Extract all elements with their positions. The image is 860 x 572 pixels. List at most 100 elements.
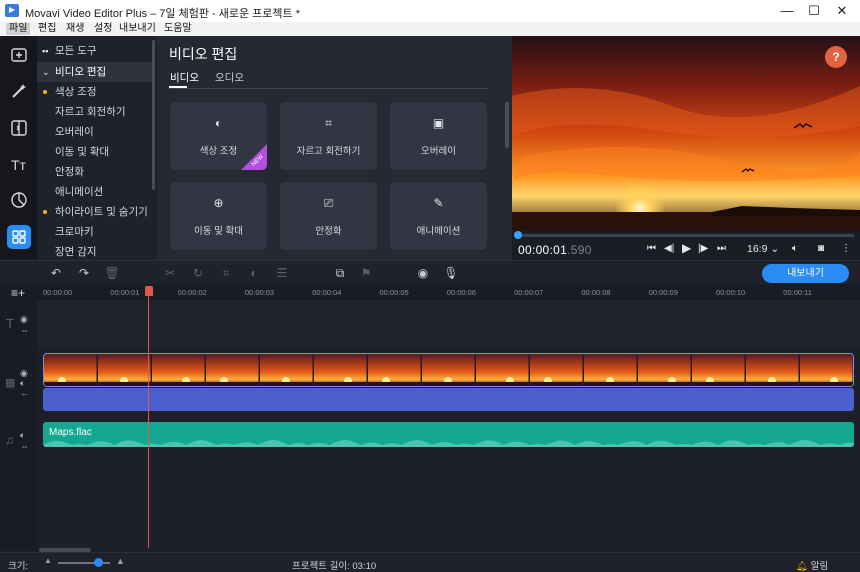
tool-item-highlight[interactable]: 하이라이트 및 숨기기 — [37, 202, 153, 222]
clip-thumbnail — [368, 354, 421, 386]
zoom-in-icon[interactable]: ▲ — [116, 556, 125, 566]
menu-help[interactable]: 도움말 — [164, 23, 192, 35]
music-clip-label: Maps.flac — [49, 427, 92, 438]
zoom-slider-handle[interactable] — [94, 558, 103, 567]
volume-icon[interactable]: 🔈︎ — [792, 243, 798, 254]
card-color-adjust[interactable]: ◐ 색상 조정 NEW — [170, 102, 267, 170]
link-icon[interactable]: ⇔ — [20, 441, 29, 451]
seek-handle[interactable] — [514, 231, 522, 239]
next-frame-icon[interactable]: |▶ — [698, 243, 708, 254]
redo-icon[interactable]: ↷ — [76, 265, 92, 281]
menu-edit[interactable]: 편집 — [38, 23, 56, 35]
magic-wand-icon[interactable] — [7, 79, 31, 103]
tool-item-stabilize[interactable]: 안정화 — [37, 162, 153, 182]
menu-settings[interactable]: 설정 — [94, 23, 112, 35]
transitions-icon[interactable] — [7, 116, 31, 140]
prev-frame-icon[interactable]: ◀| — [664, 243, 674, 254]
snapshot-icon[interactable]: ◙ — [818, 243, 824, 254]
tool-item-animation[interactable]: 애니메이션 — [37, 182, 153, 202]
card-crop-rotate[interactable]: ⌗ 자르고 회전하기 — [280, 102, 377, 170]
bell-icon: 🔔︎ — [796, 561, 809, 572]
stickers-icon[interactable] — [7, 188, 31, 212]
tool-item-color[interactable]: 색상 조정 — [37, 82, 153, 102]
menu-file[interactable]: 파일 — [6, 23, 31, 35]
tool-item-chroma[interactable]: 크로마키 — [37, 222, 153, 242]
clip-thumbnail — [800, 354, 853, 386]
add-track-icon[interactable]: ≡+ — [10, 285, 26, 301]
all-tools-item[interactable]: ▪▪ 모든 도구 — [37, 41, 153, 61]
ruler-tick-label: 00:00:06 — [446, 288, 476, 297]
tool-item-scene[interactable]: 장면 감지 — [37, 242, 153, 260]
tab-audio[interactable]: 오디오 — [215, 70, 244, 85]
microphone-icon[interactable]: 🎙︎ — [443, 265, 459, 281]
seek-bar[interactable] — [518, 234, 854, 237]
notifications-label: 알림 — [810, 561, 829, 572]
tool-label: 자르고 회전하기 — [55, 106, 126, 118]
tool-item-pan-zoom[interactable]: 이동 및 확대 — [37, 142, 153, 162]
clip-thumbnail — [98, 354, 151, 386]
chevron-down-icon: ⌄ — [42, 67, 50, 77]
zoom-out-icon[interactable]: ▲ — [44, 556, 52, 565]
tool-item-crop[interactable]: 자르고 회전하기 — [37, 102, 153, 122]
clip-thumbnail — [44, 354, 97, 386]
webcam-icon[interactable]: ◉ — [415, 265, 431, 281]
skip-end-icon[interactable]: ⏭ — [717, 243, 726, 254]
tools-list-scrollbar[interactable] — [152, 40, 155, 190]
mute-icon[interactable]: 🔈︎ — [20, 430, 25, 441]
link-icon[interactable]: ← — [20, 388, 29, 398]
skip-start-icon[interactable]: ⏮ — [647, 243, 656, 254]
marker-icon[interactable]: ⚑ — [358, 265, 374, 281]
app-window: Movavi Video Editor Plus – 7일 체험판 - 새로운 … — [0, 0, 860, 572]
card-overlay[interactable]: ▣ 오버레이 — [390, 102, 487, 170]
menu-playback[interactable]: 재생 — [66, 23, 84, 35]
delete-icon[interactable]: 🗑︎ — [104, 265, 120, 281]
tool-label: 장면 감지 — [55, 246, 97, 258]
ruler-tick-label: 00:00:11 — [783, 288, 812, 297]
import-icon[interactable] — [7, 43, 31, 67]
minimize-button[interactable]: — — [772, 0, 802, 22]
clip-thumbnail — [314, 354, 367, 386]
playhead[interactable] — [148, 288, 149, 548]
card-pan-zoom[interactable]: ⊕ 이동 및 확대 — [170, 182, 267, 250]
play-icon[interactable]: ▶ — [682, 241, 691, 255]
video-track-icon: ▦ — [5, 377, 16, 389]
maximize-button[interactable]: ☐ — [799, 0, 829, 22]
card-stabilize[interactable]: ⎚ 안정화 — [280, 182, 377, 250]
clip-thumbnail — [584, 354, 637, 386]
color-tool-icon[interactable]: ◐ — [246, 265, 262, 281]
more-tools-icon[interactable] — [7, 225, 31, 249]
card-animation[interactable]: ✎ 애니메이션 — [390, 182, 487, 250]
close-button[interactable]: ✕ — [827, 0, 857, 22]
video-clip[interactable] — [43, 353, 854, 387]
crop-tool-icon[interactable]: ⌗ — [218, 265, 234, 281]
aspect-ratio-select[interactable]: 16:9 ⌄ — [747, 243, 779, 255]
titles-icon[interactable]: Tт — [7, 152, 31, 176]
undo-icon[interactable]: ↶ — [48, 265, 64, 281]
export-button[interactable]: 내보내기 — [762, 264, 849, 283]
help-button[interactable]: ? — [825, 46, 847, 68]
cut-icon[interactable]: ✂ — [162, 265, 178, 281]
notifications-button[interactable]: 🔔︎ 알림 — [796, 558, 828, 572]
clip-properties-icon[interactable]: ☰ — [274, 265, 290, 281]
timeline-ruler[interactable]: ≡+ 00:00:00 00:00:01 00:00:02 00:00:03 00:00… — [0, 284, 860, 300]
video-edit-section[interactable]: ⌄ 비디오 편집 — [37, 62, 153, 82]
playhead-handle[interactable] — [145, 286, 153, 296]
more-icon[interactable]: ⋮ — [841, 243, 851, 254]
ruler-tick-label: 00:00:08 — [581, 288, 611, 297]
tool-item-overlay[interactable]: 오버레이 — [37, 122, 153, 142]
preview-video-frame — [512, 36, 860, 231]
visibility-icon[interactable]: ◉ — [20, 314, 28, 325]
text-track[interactable] — [37, 300, 860, 348]
link-icon[interactable]: ⇔ — [20, 325, 29, 335]
overlay-tool-icon[interactable]: ⧉ — [332, 265, 348, 281]
clip-thumbnail — [260, 354, 313, 386]
time-ms: .590 — [567, 243, 592, 257]
clip-thumbnail — [638, 354, 691, 386]
tab-video[interactable]: 비디오 — [170, 70, 199, 85]
video-audio-clip[interactable] — [43, 388, 854, 411]
crop-icon: ⌗ — [325, 116, 332, 130]
tools-panel-scrollbar[interactable] — [505, 102, 509, 148]
music-clip[interactable]: Maps.flac — [43, 422, 854, 447]
menu-export[interactable]: 내보내기 — [119, 23, 156, 35]
rotate-icon[interactable]: ↻ — [190, 265, 206, 281]
